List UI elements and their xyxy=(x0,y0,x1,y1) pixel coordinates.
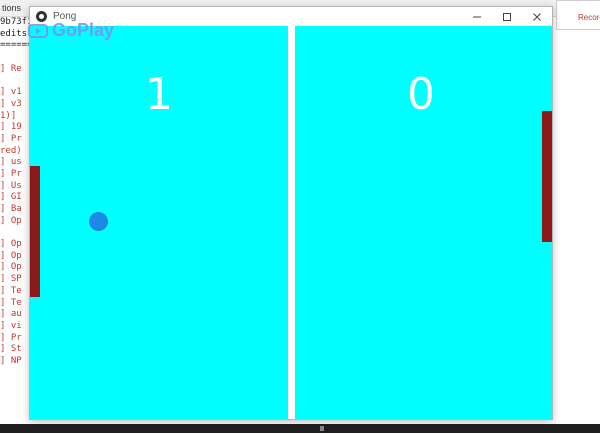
console-line: 9b73f1 xyxy=(0,17,33,27)
watermark-text: GoPlay xyxy=(52,20,115,40)
console-line: edits" xyxy=(0,28,33,39)
maximize-button[interactable] xyxy=(492,7,522,26)
console-line: ] Op xyxy=(0,215,22,226)
taskbar xyxy=(0,424,600,433)
console-line: ] Re xyxy=(0,63,22,74)
console-line: ] Ba xyxy=(0,204,22,214)
console-line: ] St xyxy=(0,344,22,355)
console-output: 9b73f1 edits" ======] Re] v1] v3 1)]] 19] P… xyxy=(0,17,33,437)
pong-window: Pong 1 0 xyxy=(29,6,553,420)
score-left: 1 xyxy=(145,69,173,120)
game-field[interactable]: 1 0 xyxy=(30,26,552,419)
center-net xyxy=(288,26,295,419)
console-line: ] vi xyxy=(0,320,22,331)
console-line: ] Te xyxy=(0,285,22,296)
goplay-logo-icon xyxy=(28,23,48,38)
close-icon xyxy=(533,12,541,21)
minimize-icon xyxy=(473,16,481,17)
console-line: ] Op xyxy=(0,239,22,250)
goplay-watermark: GoPlay xyxy=(28,20,114,41)
score-right: 0 xyxy=(407,69,435,120)
ball xyxy=(89,212,108,231)
right-paddle[interactable] xyxy=(542,111,552,242)
console-line: ] v3 xyxy=(0,98,22,109)
console-line: ] Pr xyxy=(0,332,22,343)
console-line: ] Op xyxy=(0,262,22,273)
console-line: ] GI xyxy=(0,192,22,203)
console-line: ] 19 xyxy=(0,122,22,133)
console-line: ] Us xyxy=(0,180,22,191)
console-line: ] Pr xyxy=(0,133,22,144)
console-line: ] v1 xyxy=(0,87,22,98)
left-paddle[interactable] xyxy=(30,166,40,297)
background-tab-label[interactable]: tions xyxy=(2,3,21,13)
minimize-button[interactable] xyxy=(462,7,492,26)
console-line: ] us xyxy=(0,157,22,168)
console-line: red) xyxy=(0,145,22,156)
taskbar-indicator xyxy=(320,426,324,431)
close-button[interactable] xyxy=(522,7,552,26)
console-line: ] SP xyxy=(0,274,22,285)
maximize-icon xyxy=(503,12,511,21)
console-line: ] Pr xyxy=(0,168,22,179)
console-line: ] Te xyxy=(0,297,22,308)
record-label[interactable]: Record xyxy=(578,13,600,22)
console-line: ====== xyxy=(0,40,33,51)
console-line: ] au xyxy=(0,309,22,320)
window-controls xyxy=(462,7,552,26)
console-line: ] Op xyxy=(0,250,22,261)
console-line: ] NP xyxy=(0,355,22,366)
console-line: 1)] xyxy=(0,110,17,121)
